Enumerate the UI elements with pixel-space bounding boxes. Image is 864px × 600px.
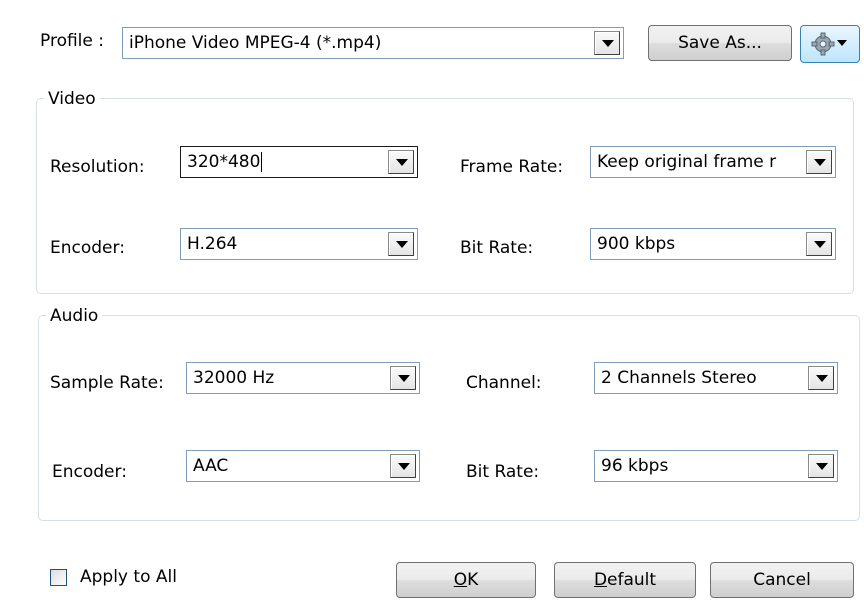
channel-label: Channel: (466, 373, 542, 393)
video-group (36, 98, 854, 294)
video-bit-rate-label: Bit Rate: (460, 238, 534, 258)
audio-group-legend: Audio (46, 306, 103, 326)
channel-dropdown-arrow-icon[interactable] (808, 366, 834, 390)
profile-select-value: iPhone Video MPEG-4 (*.mp4) (129, 33, 382, 53)
frame-rate-select[interactable]: Keep original frame r (590, 146, 836, 178)
frame-rate-value: Keep original frame r (597, 152, 777, 172)
sample-rate-select[interactable]: 32000 Hz (186, 362, 420, 394)
video-bit-rate-select[interactable]: 900 kbps (590, 228, 836, 260)
gear-dropdown-icon (811, 32, 847, 56)
audio-encoder-dropdown-arrow-icon[interactable] (390, 454, 416, 478)
profile-select[interactable]: iPhone Video MPEG-4 (*.mp4) (122, 27, 624, 59)
resolution-dropdown-arrow-icon[interactable] (388, 150, 414, 174)
settings-menu-button[interactable] (800, 25, 860, 63)
resolution-combo-value-wrap: 320*480 (187, 147, 263, 177)
video-encoder-value: H.264 (187, 234, 238, 254)
video-bit-rate-value: 900 kbps (597, 234, 676, 254)
default-label-rest: efault (607, 570, 657, 590)
text-cursor (261, 152, 263, 172)
frame-rate-dropdown-arrow-icon[interactable] (806, 150, 832, 174)
cancel-button[interactable]: Cancel (710, 562, 854, 598)
audio-group (38, 315, 860, 521)
video-group-legend: Video (44, 89, 100, 109)
channel-value: 2 Channels Stereo (601, 368, 757, 388)
audio-bit-rate-label: Bit Rate: (466, 462, 540, 482)
apply-to-all-checkbox[interactable] (50, 569, 67, 586)
audio-encoder-value: AAC (193, 456, 229, 476)
ok-mnemonic: O (453, 570, 468, 590)
default-button[interactable]: Default (554, 562, 696, 598)
ok-button[interactable]: OK (396, 562, 536, 598)
save-as-button[interactable]: Save As... (648, 25, 792, 61)
audio-bit-rate-dropdown-arrow-icon[interactable] (808, 454, 834, 478)
profile-dropdown-arrow-icon[interactable] (594, 31, 620, 55)
video-bit-rate-dropdown-arrow-icon[interactable] (806, 232, 832, 256)
video-encoder-label: Encoder: (50, 238, 125, 258)
channel-select[interactable]: 2 Channels Stereo (594, 362, 838, 394)
resolution-combo[interactable]: 320*480 (180, 146, 418, 178)
audio-encoder-select[interactable]: AAC (186, 450, 420, 482)
audio-encoder-label: Encoder: (52, 462, 127, 482)
audio-bit-rate-value: 96 kbps (601, 456, 669, 476)
video-encoder-dropdown-arrow-icon[interactable] (388, 232, 414, 256)
resolution-value: 320*480 (187, 152, 261, 172)
frame-rate-label: Frame Rate: (460, 157, 564, 177)
audio-bit-rate-select[interactable]: 96 kbps (594, 450, 838, 482)
resolution-label: Resolution: (50, 157, 145, 177)
default-mnemonic: D (593, 570, 608, 590)
sample-rate-label: Sample Rate: (50, 373, 164, 393)
sample-rate-value: 32000 Hz (193, 368, 275, 388)
sample-rate-dropdown-arrow-icon[interactable] (390, 366, 416, 390)
ok-label-rest: K (467, 570, 479, 590)
profile-label: Profile : (40, 31, 104, 51)
video-encoder-select[interactable]: H.264 (180, 228, 418, 260)
apply-to-all-label[interactable]: Apply to All (80, 567, 177, 587)
